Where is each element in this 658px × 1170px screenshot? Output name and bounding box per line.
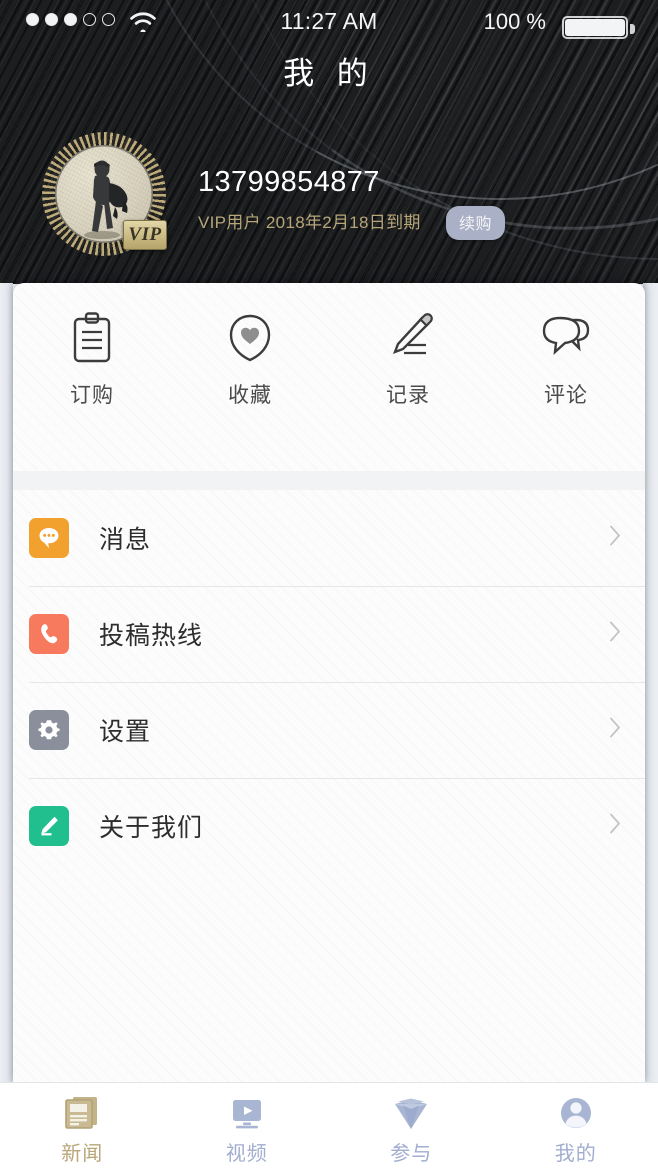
quick-action-label: 收藏 (228, 384, 272, 407)
menu-item-messages[interactable]: 消息 (13, 490, 645, 586)
chevron-right-icon (608, 524, 622, 553)
tab-news[interactable]: 新闻 (0, 1083, 165, 1170)
menu-item-label: 设置 (99, 718, 152, 746)
profile-section[interactable]: VIP 13799854877 VIP用户 2018年2月18日到期 续购 (0, 100, 658, 284)
chevron-right-icon (608, 812, 622, 841)
chevron-right-icon (608, 620, 622, 649)
tab-participate[interactable]: 参与 (329, 1083, 494, 1170)
tab-mine[interactable]: 我的 (494, 1083, 658, 1170)
gear-icon (29, 710, 69, 750)
vip-badge: VIP (123, 220, 167, 250)
video-play-icon (226, 1091, 268, 1133)
chevron-right-icon (608, 716, 622, 745)
quick-action-favorites[interactable]: 收藏 (171, 307, 329, 455)
menu-item-hotline[interactable]: 投稿热线 (13, 586, 645, 682)
heart-circle-icon (226, 307, 274, 369)
battery-full-icon (562, 13, 636, 43)
phone-icon (29, 614, 69, 654)
quick-action-comments[interactable]: 评论 (487, 307, 645, 455)
avatar[interactable]: VIP (42, 132, 167, 256)
menu-item-label: 投稿热线 (99, 622, 204, 650)
pencil-icon (382, 307, 434, 369)
quick-actions-row: 订购 收藏 记录 评论 (13, 307, 645, 455)
tab-video[interactable]: 视频 (165, 1083, 330, 1170)
content-card: 订购 收藏 记录 评论 消息 投稿热线 设置 关于我们 (13, 283, 645, 1083)
renew-subscription-button[interactable]: 续购 (446, 206, 506, 240)
pencil-square-icon (29, 806, 69, 846)
profile-phone-number: 13799854877 (198, 166, 380, 198)
page-backdrop-right (643, 283, 658, 1083)
menu-item-label: 消息 (99, 526, 152, 554)
chat-bubble-icon (29, 518, 69, 558)
page-title: 我 的 (283, 56, 375, 91)
tab-label: 新闻 (61, 1143, 104, 1165)
menu-item-label: 关于我们 (99, 814, 204, 842)
status-bar-clock: 11:27 AM (280, 8, 378, 34)
clipboard-icon (69, 307, 115, 369)
person-icon (555, 1091, 597, 1133)
speech-bubbles-icon (540, 307, 592, 369)
newspaper-icon (61, 1091, 103, 1133)
quick-action-orders[interactable]: 订购 (13, 307, 171, 455)
quick-action-records[interactable]: 记录 (329, 307, 487, 455)
diamond-icon (390, 1091, 432, 1133)
quick-action-label: 评论 (544, 384, 588, 407)
menu-item-settings[interactable]: 设置 (13, 682, 645, 778)
bottom-tab-bar: 新闻 视频 参与 我的 (0, 1082, 658, 1170)
section-separator-band (13, 471, 645, 490)
vip-expiry-label: VIP用户 2018年2月18日到期 (198, 213, 421, 232)
page-backdrop-left (0, 283, 13, 1083)
quick-action-label: 订购 (70, 384, 114, 407)
battery-percent-label: 100 % (483, 9, 546, 34)
quick-action-label: 记录 (386, 384, 430, 407)
status-bar: 11:27 AM 100 % (0, 0, 658, 40)
tab-label: 视频 (225, 1143, 268, 1165)
menu-item-about-us[interactable]: 关于我们 (13, 778, 645, 874)
tab-label: 我的 (554, 1143, 597, 1165)
settings-menu-list: 消息 投稿热线 设置 关于我们 (13, 490, 645, 874)
tab-label: 参与 (390, 1143, 433, 1165)
